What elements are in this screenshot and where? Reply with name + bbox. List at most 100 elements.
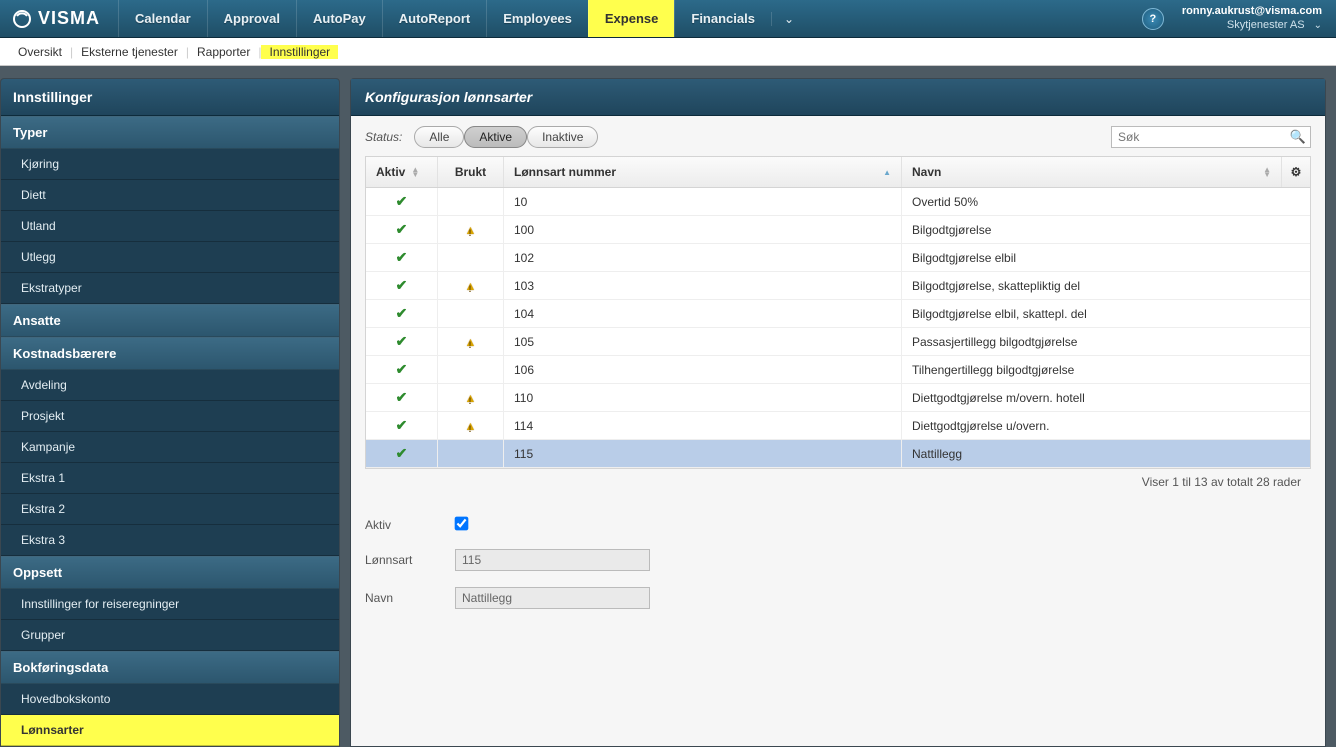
main-title: Konfigurasjon lønnsarter: [351, 79, 1325, 116]
cell-navn: Diettgodtgjørelse m/overn. hotell: [902, 384, 1310, 411]
sidebar-item-ekstratyper[interactable]: Ekstratyper: [1, 273, 339, 304]
cell-navn: Tilhengertillegg bilgodtgjørelse: [902, 356, 1310, 383]
filter-alle[interactable]: Alle: [414, 126, 464, 148]
cell-num: 106: [504, 356, 902, 383]
sidebar-item-prosjekt[interactable]: Prosjekt: [1, 401, 339, 432]
table-row[interactable]: ✔! 110Diettgodtgjørelse m/overn. hotell: [366, 384, 1310, 412]
check-icon: ✔: [396, 249, 408, 266]
search-input[interactable]: [1111, 126, 1311, 148]
table-row[interactable]: ✔! 100Bilgodtgjørelse: [366, 216, 1310, 244]
brand-text: VISMA: [38, 8, 100, 29]
cell-num: 110: [504, 384, 902, 411]
cell-num: 100: [504, 216, 902, 243]
nav-tab-autoreport[interactable]: AutoReport: [382, 0, 487, 37]
table-row[interactable]: ✔ 106Tilhengertillegg bilgodtgjørelse: [366, 356, 1310, 384]
column-header-navn[interactable]: Navn ▲▼: [902, 157, 1282, 187]
cell-navn: Bilgodtgjørelse elbil, skattepl. del: [902, 300, 1310, 327]
help-button[interactable]: ?: [1142, 8, 1164, 30]
nav-tab-approval[interactable]: Approval: [207, 0, 296, 37]
table-row[interactable]: ✔102Bilgodtgjørelse elbil: [366, 244, 1310, 272]
user-org: Skytjenester AS: [1227, 19, 1305, 31]
filter-aktive[interactable]: Aktive: [464, 126, 527, 148]
nav-more-button[interactable]: ⌄: [771, 12, 806, 26]
column-header-aktiv[interactable]: Aktiv ▲▼: [366, 157, 438, 187]
data-grid: Aktiv ▲▼ Brukt Lønnsart nummer ▲ Navn ▲▼: [365, 156, 1311, 469]
sidebar-item-ekstra-1[interactable]: Ekstra 1: [1, 463, 339, 494]
filter-row: Status: AlleAktiveInaktive 🔍: [365, 126, 1311, 148]
detail-aktiv-label: Aktiv: [365, 518, 455, 532]
detail-navn-input[interactable]: [455, 587, 650, 609]
table-row[interactable]: ✔!114Diettgodtgjørelse u/overn.: [366, 412, 1310, 440]
sidebar-item-ekstra-3[interactable]: Ekstra 3: [1, 525, 339, 556]
sub-nav-bar: Oversikt|Eksterne tjenester|Rapporter|In…: [0, 38, 1336, 66]
check-icon: ✔: [396, 193, 408, 210]
sidebar-item-ekstra-2[interactable]: Ekstra 2: [1, 494, 339, 525]
detail-lonnsart-label: Lønnsart: [365, 553, 455, 567]
table-row[interactable]: ✔!105Passasjertillegg bilgodtgjørelse: [366, 328, 1310, 356]
warning-icon: !: [465, 391, 477, 405]
sidebar-header-oppsett[interactable]: Oppsett: [1, 556, 339, 589]
sidebar-title: Innstillinger: [1, 79, 339, 116]
check-icon: ✔: [396, 305, 408, 322]
logo-icon: [12, 9, 32, 29]
detail-aktiv-checkbox[interactable]: [455, 517, 469, 531]
grid-header: Aktiv ▲▼ Brukt Lønnsart nummer ▲ Navn ▲▼: [366, 157, 1310, 188]
cell-num: 105: [504, 328, 902, 355]
filter-inaktive[interactable]: Inaktive: [527, 126, 598, 148]
column-header-lonnsart-nummer[interactable]: Lønnsart nummer ▲: [504, 157, 902, 187]
cell-num: 10: [504, 188, 902, 215]
sidebar-item-kjøring[interactable]: Kjøring: [1, 149, 339, 180]
sidebar-item-grupper[interactable]: Grupper: [1, 620, 339, 651]
nav-tab-employees[interactable]: Employees: [486, 0, 588, 37]
help-icon: ?: [1150, 13, 1157, 25]
check-icon: ✔: [396, 221, 408, 238]
table-row[interactable]: ✔ 104Bilgodtgjørelse elbil, skattepl. del: [366, 300, 1310, 328]
check-icon: ✔: [396, 277, 408, 294]
sidebar-item-hovedbokskonto[interactable]: Hovedbokskonto: [1, 684, 339, 715]
table-row[interactable]: ✔115Nattillegg: [366, 440, 1310, 468]
user-menu[interactable]: ronny.aukrust@visma.com Skytjenester AS …: [1182, 4, 1322, 33]
nav-tab-financials[interactable]: Financials: [674, 0, 771, 37]
check-icon: ✔: [396, 389, 408, 406]
warning-icon: !: [465, 223, 477, 237]
check-icon: ✔: [396, 361, 408, 378]
search-icon: 🔍: [1290, 129, 1306, 145]
sidebar-header-kostnadsbærere[interactable]: Kostnadsbærere: [1, 337, 339, 370]
table-row[interactable]: ✔!103Bilgodtgjørelse, skattepliktig del: [366, 272, 1310, 300]
gear-icon: ⚙: [1291, 165, 1302, 179]
sidebar-item-utlegg[interactable]: Utlegg: [1, 242, 339, 273]
sidebar-header-typer[interactable]: Typer: [1, 116, 339, 149]
chevron-down-icon: ⌄: [784, 12, 794, 26]
sidebar-header-ansatte[interactable]: Ansatte: [1, 304, 339, 337]
nav-tab-autopay[interactable]: AutoPay: [296, 0, 382, 37]
sidebar-header-bokføringsdata[interactable]: Bokføringsdata: [1, 651, 339, 684]
detail-lonnsart-input[interactable]: [455, 549, 650, 571]
cell-navn: Overtid 50%: [902, 188, 1310, 215]
column-header-brukt[interactable]: Brukt: [438, 157, 504, 187]
subnav-rapporter[interactable]: Rapporter: [189, 45, 258, 59]
grid-settings-button[interactable]: ⚙: [1282, 157, 1310, 187]
sidebar-item-kampanje[interactable]: Kampanje: [1, 432, 339, 463]
subnav-oversikt[interactable]: Oversikt: [10, 45, 70, 59]
sidebar-item-lønnsarter[interactable]: Lønnsarter: [1, 715, 339, 746]
subnav-eksterne-tjenester[interactable]: Eksterne tjenester: [73, 45, 186, 59]
check-icon: ✔: [396, 333, 408, 350]
sidebar-item-innstillinger-for-reiseregninger[interactable]: Innstillinger for reiseregninger: [1, 589, 339, 620]
subnav-innstillinger[interactable]: Innstillinger: [261, 45, 338, 59]
table-row[interactable]: ✔ 10Overtid 50%: [366, 188, 1310, 216]
cell-num: 104: [504, 300, 902, 327]
cell-navn: Bilgodtgjørelse, skattepliktig del: [902, 272, 1310, 299]
cell-navn: Bilgodtgjørelse: [902, 216, 1310, 243]
nav-tab-calendar[interactable]: Calendar: [118, 0, 207, 37]
sidebar-item-avdeling[interactable]: Avdeling: [1, 370, 339, 401]
top-nav-bar: VISMA CalendarApprovalAutoPayAutoReportE…: [0, 0, 1336, 38]
settings-sidebar: Innstillinger TyperKjøringDiettUtlandUtl…: [0, 78, 340, 747]
nav-tab-expense[interactable]: Expense: [588, 0, 674, 37]
cell-navn: Bilgodtgjørelse elbil: [902, 244, 1310, 271]
main-panel: Konfigurasjon lønnsarter Status: AlleAkt…: [350, 78, 1326, 747]
detail-navn-label: Navn: [365, 591, 455, 605]
sidebar-item-utland[interactable]: Utland: [1, 211, 339, 242]
sidebar-item-diett[interactable]: Diett: [1, 180, 339, 211]
cell-navn: Nattillegg: [902, 440, 1310, 467]
check-icon: ✔: [396, 417, 408, 434]
